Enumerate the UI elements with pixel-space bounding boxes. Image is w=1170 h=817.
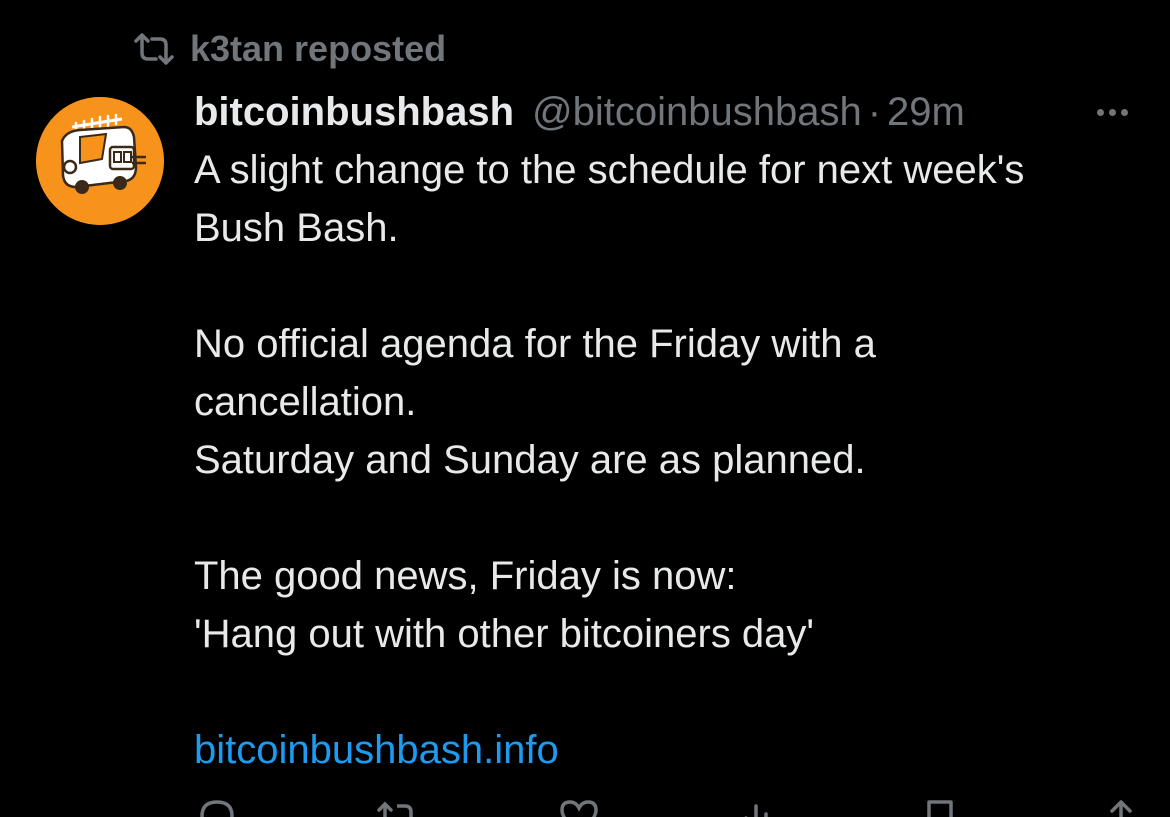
views-icon <box>744 804 769 817</box>
reply-button[interactable] <box>194 796 240 817</box>
tweet-line-blank <box>194 257 1154 315</box>
repost-label: k3tan reposted <box>190 28 447 69</box>
tweet-action-bar <box>194 796 1144 817</box>
tweet-line: Bush Bash. <box>194 206 399 250</box>
author-display-name[interactable]: bitcoinbushbash <box>194 90 514 135</box>
author-handle[interactable]: @bitcoinbushbash <box>532 90 862 135</box>
tweet-timestamp[interactable]: 29m <box>887 90 965 135</box>
views-button[interactable] <box>736 796 782 817</box>
tweet-line: cancellation. <box>194 380 417 424</box>
tweet-line: A slight change to the schedule for next… <box>194 148 1025 192</box>
share-icon <box>1110 800 1132 817</box>
tweet-header: bitcoinbushbash @bitcoinbushbash · 29m <box>194 86 1144 138</box>
repost-icon <box>377 801 413 817</box>
bookmark-button[interactable] <box>917 796 963 817</box>
avatar[interactable] <box>36 97 164 225</box>
reply-icon <box>200 800 234 817</box>
more-options-button[interactable] <box>1093 105 1132 120</box>
share-button[interactable] <box>1098 796 1144 817</box>
like-icon <box>559 800 598 817</box>
more-dot-icon <box>1097 108 1104 116</box>
bookmark-icon <box>927 800 953 817</box>
separator-dot: · <box>867 89 882 134</box>
tweet-text: A slight change to the schedule for next… <box>194 141 1154 779</box>
repost-icon <box>134 33 174 65</box>
tweet-line: No official agenda for the Friday with a <box>194 322 876 366</box>
more-dot-icon <box>1121 108 1128 116</box>
repost-button[interactable] <box>375 796 421 817</box>
like-button[interactable] <box>556 796 602 817</box>
tweet-link[interactable]: bitcoinbushbash.info <box>194 728 559 772</box>
tweet-line: The good news, Friday is now: <box>194 554 737 598</box>
tweet-line: 'Hang out with other bitcoiners day' <box>194 612 815 656</box>
tweet-line: Saturday and Sunday are as planned. <box>194 438 866 482</box>
tweet-line-blank <box>194 489 1154 547</box>
more-dot-icon <box>1109 108 1116 116</box>
tweet-line-blank <box>194 663 1154 721</box>
bus-logo-icon <box>36 97 164 225</box>
repost-indicator[interactable]: k3tan reposted <box>132 26 446 72</box>
